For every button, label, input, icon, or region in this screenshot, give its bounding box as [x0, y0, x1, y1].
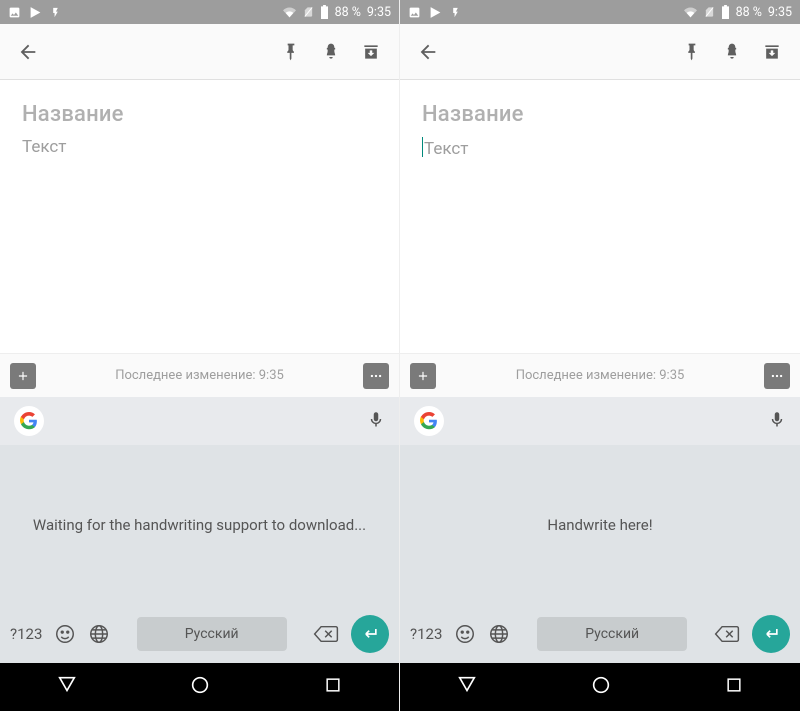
wifi-icon: [683, 6, 698, 19]
symbols-key[interactable]: ?123: [410, 625, 442, 643]
language-switch-key[interactable]: [488, 623, 510, 645]
battery-text: 88 %: [736, 5, 762, 20]
note-editor[interactable]: Название Текст: [400, 80, 800, 353]
sim-icon: [303, 5, 314, 19]
backspace-key[interactable]: [313, 624, 339, 644]
add-button[interactable]: [10, 363, 36, 389]
wifi-icon: [282, 6, 297, 19]
nav-recents-button[interactable]: [323, 675, 343, 699]
note-title-input[interactable]: Название: [22, 102, 377, 127]
phone-left: 88 % 9:35 Название Текст Последнее измен…: [0, 0, 400, 711]
note-editor[interactable]: Название Текст: [0, 80, 399, 353]
back-button[interactable]: [408, 32, 448, 72]
play-badge-icon: [29, 6, 42, 19]
add-button[interactable]: [410, 363, 436, 389]
language-switch-key[interactable]: [88, 623, 110, 645]
battery-text: 88 %: [335, 5, 361, 20]
enter-key[interactable]: [351, 615, 389, 653]
keyboard-bottom-row: ?123 Русский: [400, 605, 800, 663]
language-button[interactable]: Русский: [137, 617, 287, 651]
reminder-button[interactable]: [712, 32, 752, 72]
overflow-button[interactable]: [764, 363, 790, 389]
battery-icon: [721, 5, 730, 19]
handwriting-message: Waiting for the handwriting support to d…: [33, 516, 366, 534]
archive-button[interactable]: [752, 32, 792, 72]
google-search-button[interactable]: [14, 406, 44, 436]
nav-home-button[interactable]: [189, 674, 211, 700]
handwriting-area[interactable]: Waiting for the handwriting support to d…: [0, 445, 399, 605]
note-body-input[interactable]: Текст: [422, 137, 778, 159]
gallery-icon: [8, 6, 21, 19]
nav-recents-button[interactable]: [724, 675, 744, 699]
enter-key[interactable]: [752, 615, 790, 653]
emoji-key[interactable]: [454, 623, 476, 645]
status-bar: 88 % 9:35: [0, 0, 399, 24]
pin-button[interactable]: [271, 32, 311, 72]
keyboard-suggestion-row: [0, 397, 399, 445]
emoji-key[interactable]: [54, 623, 76, 645]
app-bar: [400, 24, 800, 80]
nav-back-button[interactable]: [56, 674, 78, 700]
voice-input-button[interactable]: [367, 408, 385, 434]
last-edited-label: Последнее изменение: 9:35: [444, 368, 756, 383]
language-button[interactable]: Русский: [537, 617, 687, 651]
pin-button[interactable]: [672, 32, 712, 72]
system-nav-bar: [400, 663, 800, 711]
gallery-icon: [408, 6, 421, 19]
note-toolbar: Последнее изменение: 9:35: [0, 353, 399, 397]
voice-input-button[interactable]: [768, 408, 786, 434]
note-toolbar: Последнее изменение: 9:35: [400, 353, 800, 397]
bolt-icon: [50, 6, 61, 19]
reminder-button[interactable]: [311, 32, 351, 72]
text-cursor: [422, 137, 423, 157]
status-time: 9:35: [768, 5, 792, 20]
nav-back-button[interactable]: [456, 674, 478, 700]
note-title-input[interactable]: Название: [422, 102, 778, 127]
handwriting-area[interactable]: Handwrite here!: [400, 445, 800, 605]
bolt-icon: [450, 6, 461, 19]
status-time: 9:35: [367, 5, 391, 20]
symbols-key[interactable]: ?123: [10, 625, 42, 643]
system-nav-bar: [0, 663, 399, 711]
play-badge-icon: [429, 6, 442, 19]
backspace-key[interactable]: [714, 624, 740, 644]
keyboard-bottom-row: ?123 Русский: [0, 605, 399, 663]
phone-right: 88 % 9:35 Название Текст Последнее измен…: [400, 0, 800, 711]
status-bar: 88 % 9:35: [400, 0, 800, 24]
google-search-button[interactable]: [414, 406, 444, 436]
last-edited-label: Последнее изменение: 9:35: [44, 368, 355, 383]
sim-icon: [704, 5, 715, 19]
note-body-input[interactable]: Текст: [22, 137, 377, 157]
overflow-button[interactable]: [363, 363, 389, 389]
battery-icon: [320, 5, 329, 19]
keyboard-suggestion-row: [400, 397, 800, 445]
archive-button[interactable]: [351, 32, 391, 72]
back-button[interactable]: [8, 32, 48, 72]
nav-home-button[interactable]: [590, 674, 612, 700]
handwriting-message: Handwrite here!: [547, 516, 652, 534]
app-bar: [0, 24, 399, 80]
